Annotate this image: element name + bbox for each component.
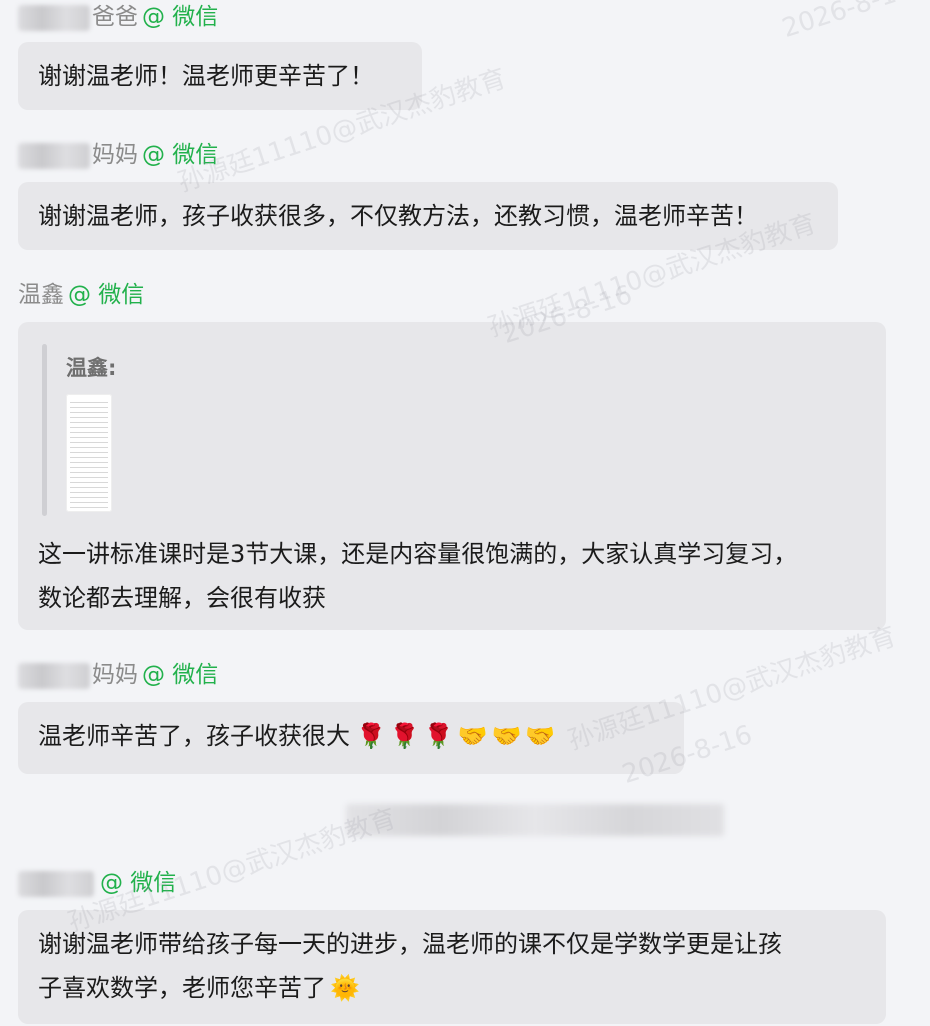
quote-message-bubble[interactable]: 温鑫: 这一讲标准课时是3节大课，还是内容量很饱满的，大家认真学习复习， 数论都… — [18, 322, 886, 630]
message-sender: 温鑫 @ 微信 — [18, 280, 144, 310]
channel-tag: @ 微信 — [68, 282, 145, 308]
message-text: 谢谢温老师带给孩子每一天的进步，温老师的课不仅是学数学更是让孩 — [38, 930, 782, 958]
watermark: 2026-8-16 — [778, 0, 916, 45]
message-sender: 妈妈 @ 微信 — [18, 660, 218, 690]
rose-handshake-emojis: 🌹🌹🌹🤝🤝🤝 — [356, 722, 560, 750]
redacted-name — [18, 662, 90, 689]
channel-tag: @ 微信 — [142, 4, 219, 30]
channel-tag: @ 微信 — [100, 870, 177, 896]
message-text: 谢谢温老师，孩子收获很多，不仅教方法，还教习惯，温老师辛苦！ — [38, 202, 758, 230]
quoted-image-thumbnail[interactable] — [66, 394, 112, 512]
message-bubble[interactable]: 谢谢温老师！温老师更辛苦了！ — [18, 42, 422, 110]
sun-with-face-emoji: 🌞 — [330, 974, 360, 1002]
message-sender: @ 微信 — [18, 868, 176, 898]
quote-bar — [42, 344, 47, 516]
message-text: 谢谢温老师！温老师更辛苦了！ — [38, 62, 374, 90]
sender-name: 温鑫 — [18, 282, 64, 308]
channel-tag: @ 微信 — [142, 142, 219, 168]
channel-tag: @ 微信 — [142, 662, 219, 688]
message-text: 这一讲标准课时是3节大课，还是内容量很饱满的，大家认真学习复习， 数论都去理解，… — [38, 540, 798, 612]
redacted-name — [18, 142, 90, 169]
redacted-name — [18, 4, 90, 31]
message-text: 温老师辛苦了，孩子收获很大 — [38, 722, 350, 750]
redacted-system-notice — [346, 804, 724, 836]
quote-sender: 温鑫: — [66, 356, 117, 380]
message-bubble[interactable]: 谢谢温老师带给孩子每一天的进步，温老师的课不仅是学数学更是让孩 子喜欢数学，老师… — [18, 910, 886, 1024]
message-bubble[interactable]: 温老师辛苦了，孩子收获很大 🌹🌹🌹🤝🤝🤝 — [18, 702, 684, 774]
redacted-name — [18, 870, 94, 897]
message-sender: 妈妈 @ 微信 — [18, 140, 218, 170]
message-sender: 爸爸 @ 微信 — [18, 2, 218, 32]
message-bubble[interactable]: 谢谢温老师，孩子收获很多，不仅教方法，还教习惯，温老师辛苦！ — [18, 182, 838, 250]
